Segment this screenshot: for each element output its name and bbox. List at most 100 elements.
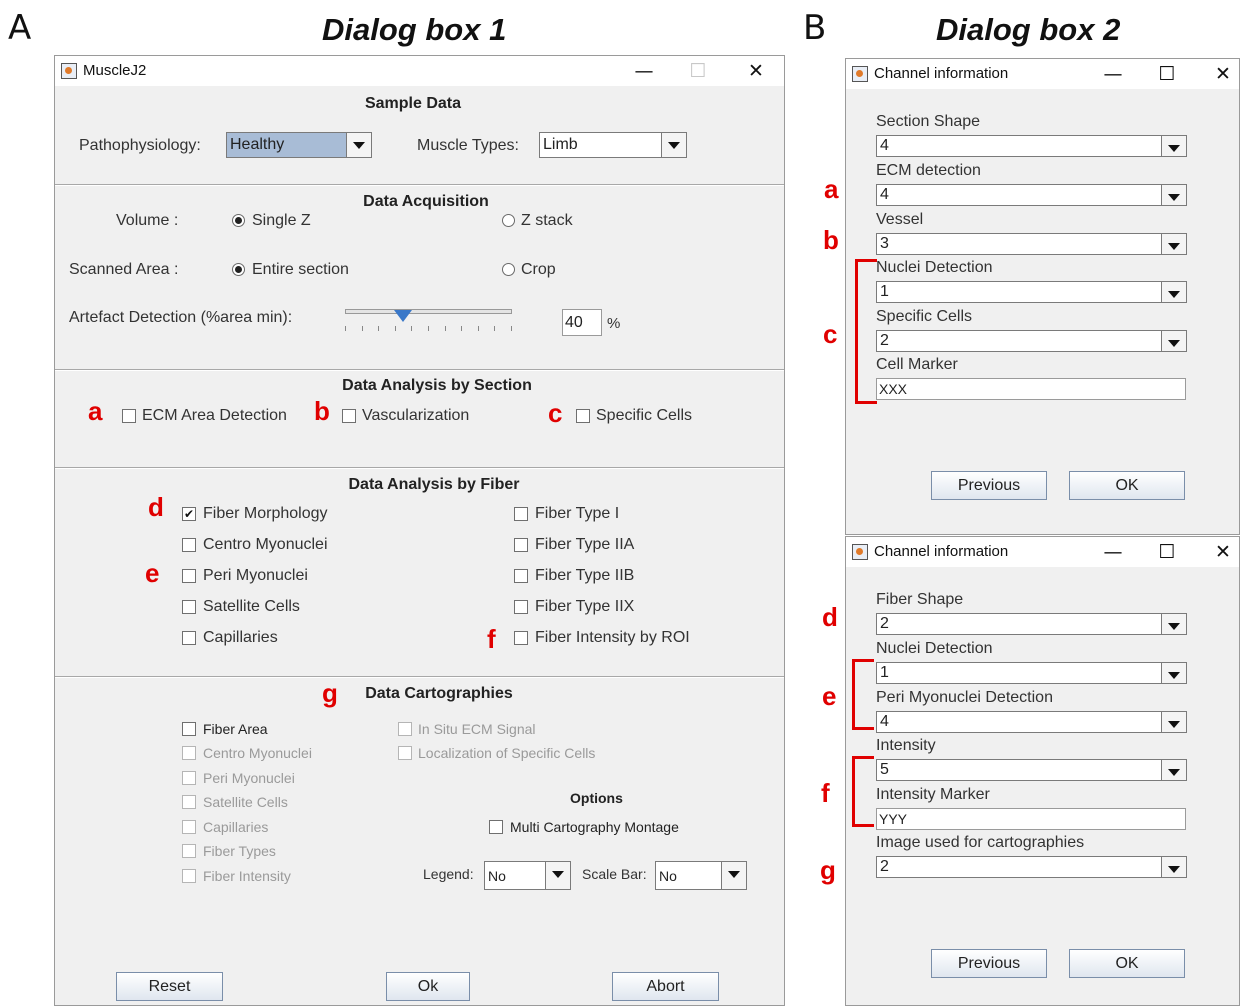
annotation-c: c — [548, 398, 563, 428]
slider-tick — [361, 326, 363, 331]
legend-select[interactable]: No — [484, 861, 571, 890]
intensity-marker-label: Intensity Marker — [876, 786, 990, 803]
chevron-down-icon — [1161, 712, 1186, 732]
artefact-slider[interactable] — [345, 305, 512, 335]
specific-cells-checkbox[interactable] — [576, 409, 590, 423]
abort-button[interactable]: Abort — [612, 972, 719, 1001]
carto-fiber-intensity-checkbox — [182, 869, 196, 883]
fiber-type-iia-checkbox[interactable] — [514, 538, 528, 552]
ok-button[interactable]: Ok — [386, 972, 470, 1001]
vascularization-checkbox[interactable] — [342, 409, 356, 423]
section-shape-select[interactable]: 4 — [876, 135, 1187, 157]
multi-montage-checkbox[interactable] — [489, 820, 503, 834]
ecm-detection-select[interactable]: 4 — [876, 184, 1187, 206]
fiber-intensity-roi-checkbox[interactable] — [514, 631, 528, 645]
panel-b-letter: B — [803, 8, 827, 48]
maximize-icon: ☐ — [689, 60, 707, 82]
carto-option-label: Centro Myonuclei — [203, 745, 312, 761]
cell-marker-input[interactable]: XXX — [876, 378, 1186, 400]
ecm-area-checkbox[interactable] — [122, 409, 136, 423]
pathophysiology-value: Healthy — [230, 136, 285, 153]
minimize-icon[interactable]: — — [1098, 539, 1128, 565]
peri-myonuclei-select[interactable]: 4 — [876, 711, 1187, 733]
annotation-a: a — [88, 396, 103, 426]
chevron-down-icon — [1161, 185, 1186, 205]
chevron-down-icon — [545, 862, 570, 889]
peri-myonuclei-checkbox[interactable] — [182, 569, 196, 583]
minimize-icon[interactable]: — — [629, 58, 659, 84]
fiber-area-checkbox[interactable] — [182, 722, 196, 736]
field-value: 4 — [880, 186, 889, 203]
satellite-cells-checkbox[interactable] — [182, 600, 196, 614]
nuclei-detection-select[interactable]: 1 — [876, 662, 1187, 684]
close-icon[interactable]: ✕ — [741, 58, 771, 84]
cartography-image-select[interactable]: 2 — [876, 856, 1187, 878]
window-title: Channel information — [874, 65, 1009, 82]
intensity-select[interactable]: 5 — [876, 759, 1187, 781]
nuclei-detection-select[interactable]: 1 — [876, 281, 1187, 303]
reset-button[interactable]: Reset — [116, 972, 223, 1001]
fiber-type-iix-checkbox[interactable] — [514, 600, 528, 614]
muscle-types-label: Muscle Types: — [417, 137, 519, 154]
ok-button[interactable]: OK — [1069, 949, 1185, 978]
slider-tick — [511, 326, 512, 331]
pathophysiology-select[interactable]: Healthy — [226, 132, 372, 158]
maximize-icon[interactable]: ☐ — [1152, 539, 1182, 565]
entire-section-radio[interactable] — [232, 263, 245, 276]
field-value: 4 — [880, 713, 889, 730]
muscle-types-value: Limb — [543, 136, 578, 153]
slider-tick — [345, 326, 346, 331]
annotation-f: f — [821, 778, 830, 808]
annotation-f: f — [487, 624, 496, 654]
fiber-option-label: Peri Myonuclei — [203, 567, 308, 584]
artefact-detection-label: Artefact Detection (%area min): — [69, 309, 293, 326]
field-value: 4 — [880, 137, 889, 154]
artefact-value-field[interactable]: 40 — [562, 309, 602, 336]
close-icon[interactable]: ✕ — [1208, 61, 1238, 87]
minimize-icon[interactable]: — — [1098, 61, 1128, 87]
java-app-icon — [852, 544, 868, 560]
data-acquisition-title: Data Acquisition — [363, 193, 489, 210]
single-z-radio[interactable] — [232, 214, 245, 227]
muscle-types-select[interactable]: Limb — [539, 132, 687, 158]
maximize-icon[interactable]: ☐ — [1152, 61, 1182, 87]
carto-fiber-types-checkbox — [182, 844, 196, 858]
fiber-option-label: Fiber Type IIX — [535, 598, 635, 615]
in-situ-ecm-checkbox — [398, 722, 412, 736]
scale-bar-value: No — [659, 868, 677, 884]
specific-cells-select[interactable]: 2 — [876, 330, 1187, 352]
fiber-option-label: Fiber Type IIA — [535, 536, 635, 553]
ok-button[interactable]: OK — [1069, 471, 1185, 500]
previous-button[interactable]: Previous — [931, 471, 1047, 500]
chevron-down-icon — [1161, 614, 1186, 634]
legend-label: Legend: — [423, 866, 474, 882]
slider-tick — [494, 326, 496, 331]
vessel-select[interactable]: 3 — [876, 233, 1187, 255]
fiber-option-label: Satellite Cells — [203, 598, 300, 615]
centro-myonuclei-checkbox[interactable] — [182, 538, 196, 552]
slider-tick — [394, 326, 396, 331]
chevron-down-icon — [346, 133, 371, 157]
field-label: Fiber Shape — [876, 591, 964, 608]
fiber-type-i-checkbox[interactable] — [514, 507, 528, 521]
fiber-option-label: Capillaries — [203, 629, 278, 646]
z-stack-radio[interactable] — [502, 214, 515, 227]
slider-thumb[interactable] — [394, 310, 413, 322]
fiber-type-iib-checkbox[interactable] — [514, 569, 528, 583]
section-divider — [55, 676, 784, 678]
chevron-down-icon — [721, 862, 746, 889]
capillaries-checkbox[interactable] — [182, 631, 196, 645]
fiber-morphology-checkbox[interactable]: ✔ — [182, 507, 196, 521]
intensity-marker-input[interactable]: YYY — [876, 808, 1186, 830]
channel-info-dialog-2: Channel information — ☐ ✕ Fiber Shape 2 … — [845, 536, 1240, 1006]
fiber-option-label: Centro Myonuclei — [203, 536, 328, 553]
carto-centro-checkbox — [182, 746, 196, 760]
chevron-down-icon — [1161, 282, 1186, 302]
scale-bar-select[interactable]: No — [655, 861, 747, 890]
close-icon[interactable]: ✕ — [1208, 539, 1238, 565]
cell-marker-label: Cell Marker — [876, 356, 958, 373]
crop-radio[interactable] — [502, 263, 515, 276]
percent-label: % — [607, 315, 621, 332]
fiber-shape-select[interactable]: 2 — [876, 613, 1187, 635]
previous-button[interactable]: Previous — [931, 949, 1047, 978]
